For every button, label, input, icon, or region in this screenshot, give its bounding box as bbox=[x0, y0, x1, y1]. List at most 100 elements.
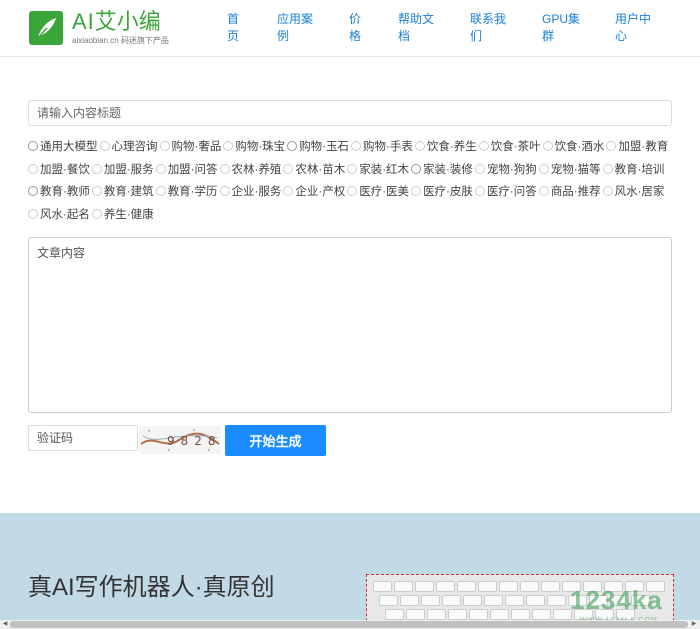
captcha-image[interactable]: 9828 bbox=[139, 426, 221, 454]
nav-gpu-cluster[interactable]: GPU集 群 bbox=[542, 11, 580, 45]
model-radio-option[interactable]: 饮食·养生 bbox=[414, 136, 477, 159]
radio-circle-icon[interactable] bbox=[219, 186, 230, 196]
model-radio-option[interactable]: 企业·服务 bbox=[219, 181, 282, 204]
model-radio-option[interactable]: 饮食·茶叶 bbox=[478, 136, 541, 159]
model-radio-option[interactable]: 医疗·医美 bbox=[347, 181, 409, 204]
radio-circle-icon[interactable] bbox=[606, 141, 617, 151]
radio-circle-icon[interactable] bbox=[347, 186, 358, 196]
model-radio-option[interactable]: 通用大模型 bbox=[28, 136, 98, 159]
radio-circle-icon[interactable] bbox=[28, 141, 38, 151]
feather-logo-icon[interactable] bbox=[29, 11, 63, 45]
keyboard-key bbox=[442, 595, 461, 606]
radio-circle-icon[interactable] bbox=[542, 141, 553, 151]
model-radio-option[interactable]: 心理咨询 bbox=[99, 136, 158, 159]
radio-circle-icon[interactable] bbox=[91, 163, 102, 174]
model-radio-option[interactable]: 购物·珠宝 bbox=[223, 136, 285, 159]
model-radio-option[interactable]: 风水·居家 bbox=[602, 181, 664, 204]
radio-circle-icon[interactable] bbox=[223, 141, 234, 151]
nav-label-line2: 格 bbox=[349, 29, 362, 43]
radio-circle-icon[interactable] bbox=[411, 163, 422, 174]
keyboard-key bbox=[394, 581, 413, 592]
model-radio-option[interactable]: 教育·建筑 bbox=[91, 181, 154, 204]
model-radio-option[interactable]: 购物·玉石 bbox=[287, 136, 349, 159]
nav-user-center[interactable]: 用户中 心 bbox=[615, 11, 651, 45]
content-textarea[interactable] bbox=[28, 237, 672, 413]
nav-docs[interactable]: 帮助文 档 bbox=[398, 11, 434, 45]
generate-button[interactable]: 开始生成 bbox=[225, 425, 326, 456]
radio-circle-icon[interactable] bbox=[155, 163, 166, 174]
radio-circle-icon[interactable] bbox=[91, 186, 102, 196]
model-radio-option[interactable]: 医疗·问答 bbox=[474, 181, 537, 204]
model-radio-option[interactable]: 农林·苗木 bbox=[283, 159, 345, 182]
model-radio-option[interactable]: 教育·教师 bbox=[28, 181, 90, 204]
radio-circle-icon[interactable] bbox=[538, 163, 549, 174]
horizontal-scrollbar[interactable] bbox=[0, 620, 700, 629]
model-radio-option[interactable]: 养生·健康 bbox=[91, 204, 154, 227]
radio-circle-icon[interactable] bbox=[602, 186, 613, 196]
radio-circle-icon[interactable] bbox=[474, 186, 485, 196]
radio-circle-icon[interactable] bbox=[283, 186, 294, 196]
model-radio-label: 加盟·服务 bbox=[103, 163, 154, 176]
model-radio-option[interactable]: 商品·推荐 bbox=[538, 181, 601, 204]
model-radio-label: 医疗·医美 bbox=[359, 186, 410, 198]
keyboard-key bbox=[373, 581, 392, 592]
radio-circle-icon[interactable] bbox=[283, 163, 294, 174]
brand-name[interactable]: AI艾小编 bbox=[72, 9, 161, 35]
model-radio-option[interactable]: 加盟·问答 bbox=[155, 159, 218, 182]
model-radio-option[interactable]: 风水·起名 bbox=[28, 204, 90, 227]
model-radio-label: 企业·服务 bbox=[231, 186, 282, 198]
model-radio-option[interactable]: 购物·奢品 bbox=[159, 136, 221, 159]
nav-contact[interactable]: 联系我 们 bbox=[470, 11, 506, 45]
model-radio-option[interactable]: 加盟·教育 bbox=[606, 136, 668, 159]
radio-circle-icon[interactable] bbox=[411, 186, 422, 196]
keyboard-key bbox=[505, 595, 524, 606]
model-radio-option[interactable]: 宠物·猫等 bbox=[538, 159, 601, 182]
radio-circle-icon[interactable] bbox=[351, 141, 362, 151]
radio-circle-icon[interactable] bbox=[347, 163, 358, 174]
model-radio-option[interactable]: 宠物·狗狗 bbox=[474, 159, 537, 182]
model-radio-option[interactable]: 饮食·酒水 bbox=[542, 136, 604, 159]
keyboard-key bbox=[457, 581, 476, 592]
scroll-left-arrow-icon[interactable]: ◀ bbox=[1, 621, 9, 628]
model-radio-label: 心理咨询 bbox=[111, 141, 158, 153]
keyboard-key bbox=[532, 609, 551, 620]
radio-circle-icon[interactable] bbox=[159, 141, 170, 151]
model-radio-option[interactable]: 医疗·皮肤 bbox=[411, 181, 473, 204]
model-radio-label: 购物·手表 bbox=[363, 141, 413, 153]
radio-circle-icon[interactable] bbox=[538, 186, 549, 196]
radio-circle-icon[interactable] bbox=[478, 141, 489, 151]
model-radio-option[interactable]: 农林·养殖 bbox=[219, 159, 281, 182]
nav-home[interactable]: 首 页 bbox=[227, 11, 239, 45]
scroll-right-arrow-icon[interactable]: ▶ bbox=[690, 621, 698, 628]
model-radio-option[interactable]: 教育·培训 bbox=[602, 159, 664, 182]
nav-cases[interactable]: 应用案 例 bbox=[277, 11, 313, 45]
nav-pricing[interactable]: 价 格 bbox=[349, 11, 361, 45]
radio-circle-icon[interactable] bbox=[287, 141, 298, 151]
radio-circle-icon[interactable] bbox=[474, 163, 485, 174]
keyboard-key bbox=[547, 595, 566, 606]
radio-circle-icon[interactable] bbox=[219, 163, 230, 174]
model-radio-label: 养生·健康 bbox=[103, 208, 154, 221]
model-radio-option[interactable]: 购物·手表 bbox=[351, 136, 413, 159]
model-radio-label: 饮食·养生 bbox=[426, 141, 477, 153]
radio-circle-icon[interactable] bbox=[155, 186, 166, 196]
nav-label-line2: 档 bbox=[398, 29, 411, 43]
radio-circle-icon[interactable] bbox=[414, 141, 425, 151]
model-radio-option[interactable]: 加盟·服务 bbox=[91, 159, 154, 182]
captcha-input[interactable] bbox=[28, 425, 138, 451]
radio-circle-icon[interactable] bbox=[28, 208, 38, 219]
radio-circle-icon[interactable] bbox=[28, 186, 38, 196]
model-radio-option[interactable]: 企业·产权 bbox=[283, 181, 345, 204]
model-radio-option[interactable]: 教育·学历 bbox=[155, 181, 218, 204]
model-radio-option[interactable]: 家装·红木 bbox=[347, 159, 409, 182]
title-input[interactable] bbox=[28, 100, 672, 126]
radio-circle-icon[interactable] bbox=[28, 163, 38, 174]
keyboard-key bbox=[490, 609, 509, 620]
radio-circle-icon[interactable] bbox=[602, 163, 613, 174]
scrollbar-thumb[interactable] bbox=[10, 621, 688, 628]
model-radio-option[interactable]: 加盟·餐饮 bbox=[28, 159, 90, 182]
model-radio-label: 加盟·问答 bbox=[167, 163, 218, 176]
radio-circle-icon[interactable] bbox=[91, 208, 102, 219]
model-radio-option[interactable]: 家装·装修 bbox=[411, 159, 473, 182]
radio-circle-icon[interactable] bbox=[99, 141, 110, 151]
